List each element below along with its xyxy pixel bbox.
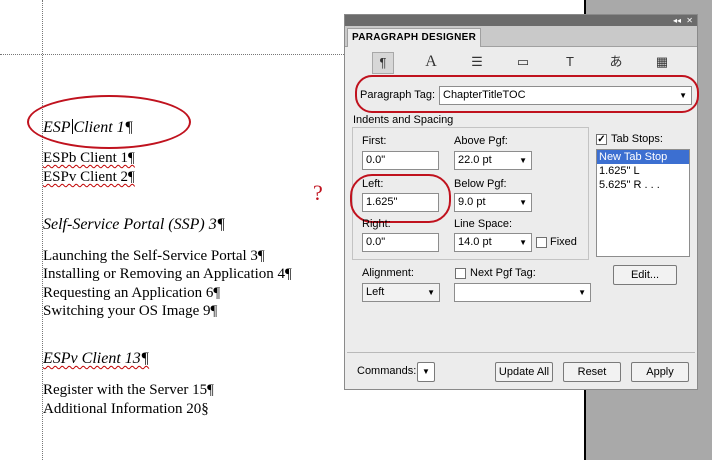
fixed-label: Fixed bbox=[550, 236, 577, 248]
line-space-dropdown[interactable]: 14.0 pt ▼ bbox=[454, 233, 532, 252]
chevron-down-icon: ▼ bbox=[519, 238, 527, 247]
numbering-icon[interactable]: ▭ bbox=[512, 52, 534, 74]
right-indent-field[interactable]: 0.0" bbox=[362, 233, 439, 252]
toc-line[interactable]: ESPv Client 2¶ bbox=[43, 169, 135, 186]
below-pgf-value: 9.0 pt bbox=[458, 196, 486, 208]
toc-heading-ssp[interactable]: Self-Service Portal (SSP) 3¶ bbox=[43, 216, 225, 234]
toc-line[interactable]: ESPb Client 1¶ bbox=[43, 150, 135, 167]
tab-stop-item[interactable]: 5.625" R . . . bbox=[597, 178, 689, 192]
alignment-value: Left bbox=[366, 286, 385, 298]
toc-heading-espv[interactable]: ESPv Client 13¶ bbox=[43, 350, 149, 368]
next-pgf-tag-checkbox[interactable] bbox=[455, 268, 466, 279]
tab-stops-list[interactable]: New Tab Stop 1.625" L 5.625" R . . . bbox=[596, 149, 690, 257]
panel-tabbar: PARAGRAPH DESIGNER bbox=[345, 26, 697, 47]
above-pgf-value: 22.0 pt bbox=[458, 154, 492, 166]
toc-line[interactable]: Switching your OS Image 9¶ bbox=[43, 303, 217, 320]
alignment-dropdown[interactable]: Left ▼ bbox=[362, 283, 440, 302]
paragraph-designer-panel: ◂◂ ✕ PARAGRAPH DESIGNER ¶ A ☰ ▭ T あ ▦ Pa… bbox=[344, 14, 699, 390]
commands-menu-button[interactable]: ▼ bbox=[417, 362, 435, 382]
below-pgf-label: Below Pgf: bbox=[454, 178, 507, 190]
line-space-label: Line Space: bbox=[454, 218, 513, 230]
tab-stop-item[interactable]: 1.625" L bbox=[597, 164, 689, 178]
update-all-button[interactable]: Update All bbox=[495, 362, 553, 382]
alignment-label: Alignment: bbox=[362, 267, 414, 279]
edit-button[interactable]: Edit... bbox=[613, 265, 677, 285]
indents-spacing-label: Indents and Spacing bbox=[353, 114, 454, 126]
tab-paragraph-designer[interactable]: PARAGRAPH DESIGNER bbox=[347, 28, 482, 47]
tab-stop-item[interactable]: New Tab Stop bbox=[597, 150, 689, 164]
above-pgf-dropdown[interactable]: 22.0 pt ▼ bbox=[454, 151, 532, 170]
toc-heading-text: ESPv Client 13¶ bbox=[43, 350, 150, 367]
below-pgf-dropdown[interactable]: 9.0 pt ▼ bbox=[454, 193, 532, 212]
toc-line-text: ESPb Client 1¶ bbox=[43, 150, 135, 166]
next-pgf-tag-label: Next Pgf Tag: bbox=[470, 267, 536, 279]
chevron-down-icon: ▼ bbox=[422, 367, 430, 376]
first-label: First: bbox=[362, 135, 387, 147]
first-indent-field[interactable]: 0.0" bbox=[362, 151, 439, 170]
fixed-checkbox[interactable] bbox=[536, 237, 547, 248]
apply-button[interactable]: Apply bbox=[631, 362, 689, 382]
highlight-oval-heading bbox=[27, 95, 191, 149]
chevron-down-icon: ▼ bbox=[519, 198, 527, 207]
toc-line[interactable]: Register with the Server 15¶ bbox=[43, 382, 214, 399]
advanced-icon[interactable]: T bbox=[559, 52, 581, 74]
commands-label: Commands: bbox=[357, 365, 417, 377]
toc-line[interactable]: Requesting an Application 6¶ bbox=[43, 285, 220, 302]
tab-stops-label: Tab Stops: bbox=[611, 133, 663, 145]
chevron-down-icon: ▼ bbox=[519, 156, 527, 165]
highlight-oval-tag bbox=[355, 75, 699, 113]
toc-line[interactable]: Installing or Removing an Application 4¶ bbox=[43, 266, 292, 283]
font-icon[interactable]: A bbox=[420, 52, 442, 74]
reset-button[interactable]: Reset bbox=[563, 362, 621, 382]
chevron-down-icon: ▼ bbox=[578, 288, 586, 297]
toc-line[interactable]: Additional Information 20§ bbox=[43, 401, 209, 418]
panel-titlebar[interactable]: ◂◂ ✕ bbox=[345, 15, 697, 26]
question-mark-annotation: ? bbox=[313, 180, 323, 205]
line-space-value: 14.0 pt bbox=[458, 236, 492, 248]
above-pgf-label: Above Pgf: bbox=[454, 135, 508, 147]
panel-divider bbox=[347, 352, 695, 353]
asian-icon[interactable]: あ bbox=[605, 52, 627, 74]
collapse-icon[interactable]: ◂◂ bbox=[673, 15, 681, 26]
chevron-down-icon: ▼ bbox=[427, 288, 435, 297]
pagination-icon[interactable]: ☰ bbox=[466, 52, 488, 74]
tab-stops-checkbox[interactable]: ✓ bbox=[596, 134, 607, 145]
close-icon[interactable]: ✕ bbox=[686, 15, 693, 26]
toc-line[interactable]: Launching the Self-Service Portal 3¶ bbox=[43, 248, 265, 265]
next-pgf-tag-dropdown[interactable]: ▼ bbox=[454, 283, 591, 302]
table-cell-icon[interactable]: ▦ bbox=[651, 52, 673, 74]
highlight-oval-left bbox=[350, 174, 451, 223]
paragraph-icon[interactable]: ¶ bbox=[372, 52, 394, 74]
right-label: Right: bbox=[362, 218, 391, 230]
toc-line-text: ESPv Client 2¶ bbox=[43, 169, 135, 185]
